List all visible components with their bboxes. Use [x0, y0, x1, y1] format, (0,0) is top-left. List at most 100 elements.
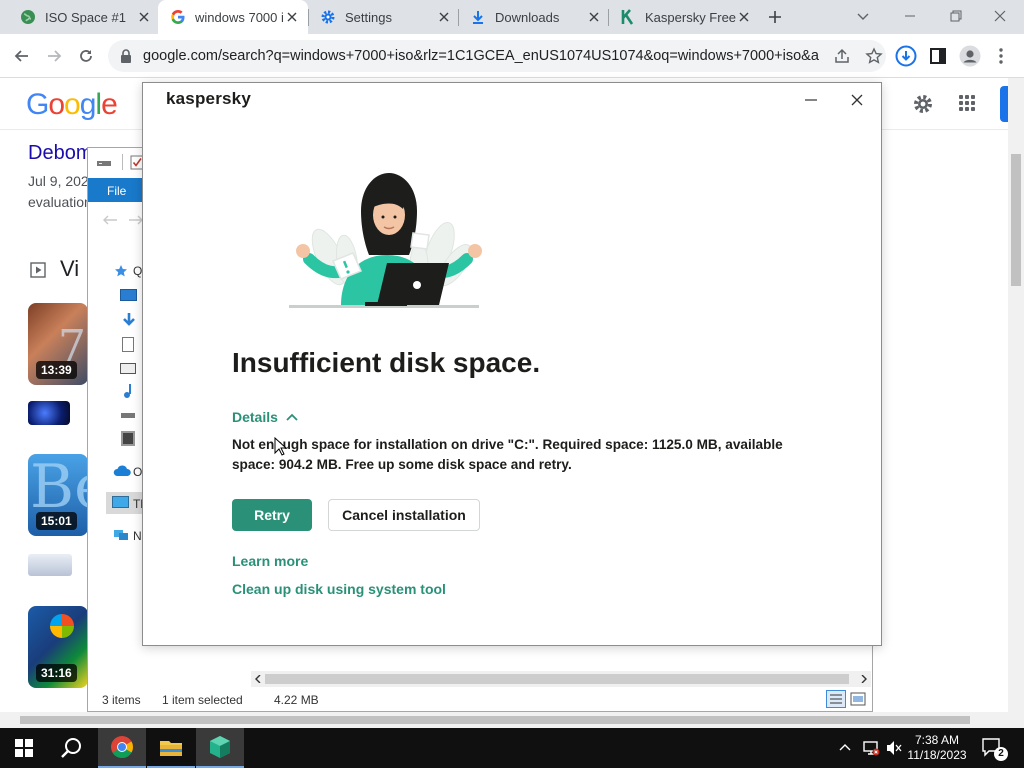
side-panel-icon[interactable] [929, 47, 947, 65]
tab-google-search[interactable]: windows 7000 i [158, 0, 308, 34]
back-button[interactable] [12, 46, 32, 66]
clock-time: 7:38 AM [914, 733, 960, 747]
taskbar-chrome-button[interactable] [98, 728, 146, 768]
learn-more-link[interactable]: Learn more [232, 553, 308, 569]
desktop-icon[interactable] [120, 289, 137, 301]
nav-item-quick-access[interactable]: Q [133, 264, 142, 278]
scrollbar-thumb[interactable] [265, 674, 849, 684]
tab-kaspersky[interactable]: Kaspersky Free [610, 0, 760, 34]
video-thumbnail[interactable]: 7 13:39 [28, 303, 88, 385]
status-item-count: 3 items [102, 693, 141, 707]
music-note-icon[interactable] [122, 383, 134, 399]
taskbar-file-explorer-button[interactable] [147, 728, 195, 768]
explorer-horizontal-scrollbar[interactable] [251, 671, 871, 687]
onedrive-cloud-icon[interactable] [113, 465, 131, 477]
retry-button[interactable]: Retry [232, 499, 312, 531]
reload-button[interactable] [76, 46, 96, 66]
details-view-button[interactable] [826, 690, 846, 708]
file-ribbon-tab[interactable]: File [88, 178, 144, 202]
gear-icon [320, 9, 336, 25]
close-icon[interactable] [436, 9, 452, 25]
videos-icon[interactable] [121, 431, 135, 446]
share-icon[interactable] [833, 47, 851, 65]
kaspersky-k-icon [620, 9, 636, 25]
sign-in-button[interactable] [1000, 86, 1008, 122]
minimize-window-button[interactable] [902, 9, 918, 23]
scroll-left-arrow-icon[interactable] [254, 675, 262, 683]
profile-avatar[interactable] [959, 45, 981, 67]
dialog-minimize-button[interactable] [801, 90, 821, 110]
windows-taskbar: 7:38 AM 11/18/2023 2 [0, 728, 1024, 768]
quick-access-star-icon[interactable] [114, 264, 128, 278]
address-bar[interactable]: google.com/search?q=windows+7000+iso&rlz… [108, 40, 886, 72]
show-hidden-icons-chevron-icon[interactable] [838, 740, 852, 754]
tab-label: Settings [345, 9, 392, 25]
result-title-link[interactable]: Debom [28, 142, 92, 165]
tab-downloads[interactable]: Downloads [460, 0, 610, 34]
tab-label: windows 7000 i [195, 9, 284, 25]
search-icon[interactable] [48, 728, 96, 768]
page-horizontal-scrollbar[interactable] [0, 712, 1024, 728]
settings-gear-icon[interactable] [912, 93, 934, 115]
videos-section-heading: Vi [60, 256, 80, 281]
google-g-icon [170, 9, 186, 25]
chevron-up-icon[interactable] [286, 413, 298, 421]
kebab-menu-icon[interactable] [998, 47, 1004, 65]
channel-thumbnail[interactable] [28, 401, 70, 425]
video-play-icon [30, 262, 46, 278]
kaspersky-error-dialog: kaspersky Insufficient disk space. Detai… [142, 82, 882, 646]
back-arrow-icon[interactable] [102, 214, 118, 226]
windows-orb-graphic [50, 614, 74, 638]
cleanup-disk-link[interactable]: Clean up disk using system tool [232, 581, 446, 597]
dialog-close-button[interactable] [847, 90, 867, 110]
folder-icon [160, 741, 182, 756]
tab-separator [308, 9, 309, 26]
downloads-arrow-icon[interactable] [121, 312, 137, 328]
network-icon[interactable] [113, 527, 129, 542]
new-tab-button[interactable] [766, 8, 786, 26]
volume-muted-icon[interactable] [885, 739, 903, 757]
close-icon[interactable] [736, 9, 752, 25]
close-icon[interactable] [136, 9, 152, 25]
apps-grid-icon[interactable] [958, 94, 976, 112]
pictures-icon[interactable] [120, 363, 136, 374]
video-duration: 13:39 [36, 361, 77, 379]
network-disconnected-icon[interactable] [862, 739, 880, 757]
restore-window-button[interactable] [948, 8, 964, 24]
nav-item-onedrive[interactable]: O [133, 465, 142, 479]
downloads-indicator-icon[interactable] [895, 45, 917, 67]
video-thumbnail[interactable]: 31:16 [28, 606, 88, 688]
close-window-button[interactable] [992, 8, 1008, 24]
channel-thumbnail[interactable] [28, 554, 72, 576]
taskbar-kaspersky-button[interactable] [196, 728, 244, 768]
large-icons-view-button[interactable] [850, 692, 866, 706]
mouse-cursor-icon [274, 437, 286, 456]
video-duration: 31:16 [36, 664, 77, 682]
google-logo[interactable]: Google [26, 88, 118, 122]
tab-settings[interactable]: Settings [310, 0, 460, 34]
start-button[interactable] [0, 728, 48, 768]
details-label[interactable]: Details [232, 409, 278, 425]
scrollbar-thumb[interactable] [1011, 154, 1021, 286]
scrollbar-thumb[interactable] [20, 716, 970, 724]
this-pc-monitor-icon[interactable] [112, 496, 129, 508]
forward-button[interactable] [44, 46, 64, 66]
system-clock[interactable]: 7:38 AM 11/18/2023 [906, 733, 968, 763]
documents-icon[interactable] [122, 337, 134, 352]
details-toggle[interactable]: Details [232, 409, 298, 425]
tab-separator [608, 9, 609, 26]
scroll-right-arrow-icon[interactable] [860, 675, 868, 683]
page-vertical-scrollbar[interactable] [1008, 78, 1024, 712]
tab-search-chevron-icon[interactable] [856, 9, 870, 23]
nav-item-network[interactable]: N [133, 529, 142, 543]
tab-iso-space[interactable]: ISO Space #1 [10, 0, 160, 34]
close-icon[interactable] [586, 9, 602, 25]
bookmark-star-icon[interactable] [865, 47, 883, 65]
url-text[interactable]: google.com/search?q=windows+7000+iso&rlz… [143, 48, 819, 64]
close-icon[interactable] [284, 9, 300, 25]
cancel-installation-button[interactable]: Cancel installation [328, 499, 480, 531]
chrome-icon [111, 736, 133, 758]
lock-icon[interactable] [120, 49, 132, 63]
video-thumbnail[interactable]: Be 15:01 [28, 454, 88, 536]
local-disk-icon[interactable] [121, 413, 135, 418]
